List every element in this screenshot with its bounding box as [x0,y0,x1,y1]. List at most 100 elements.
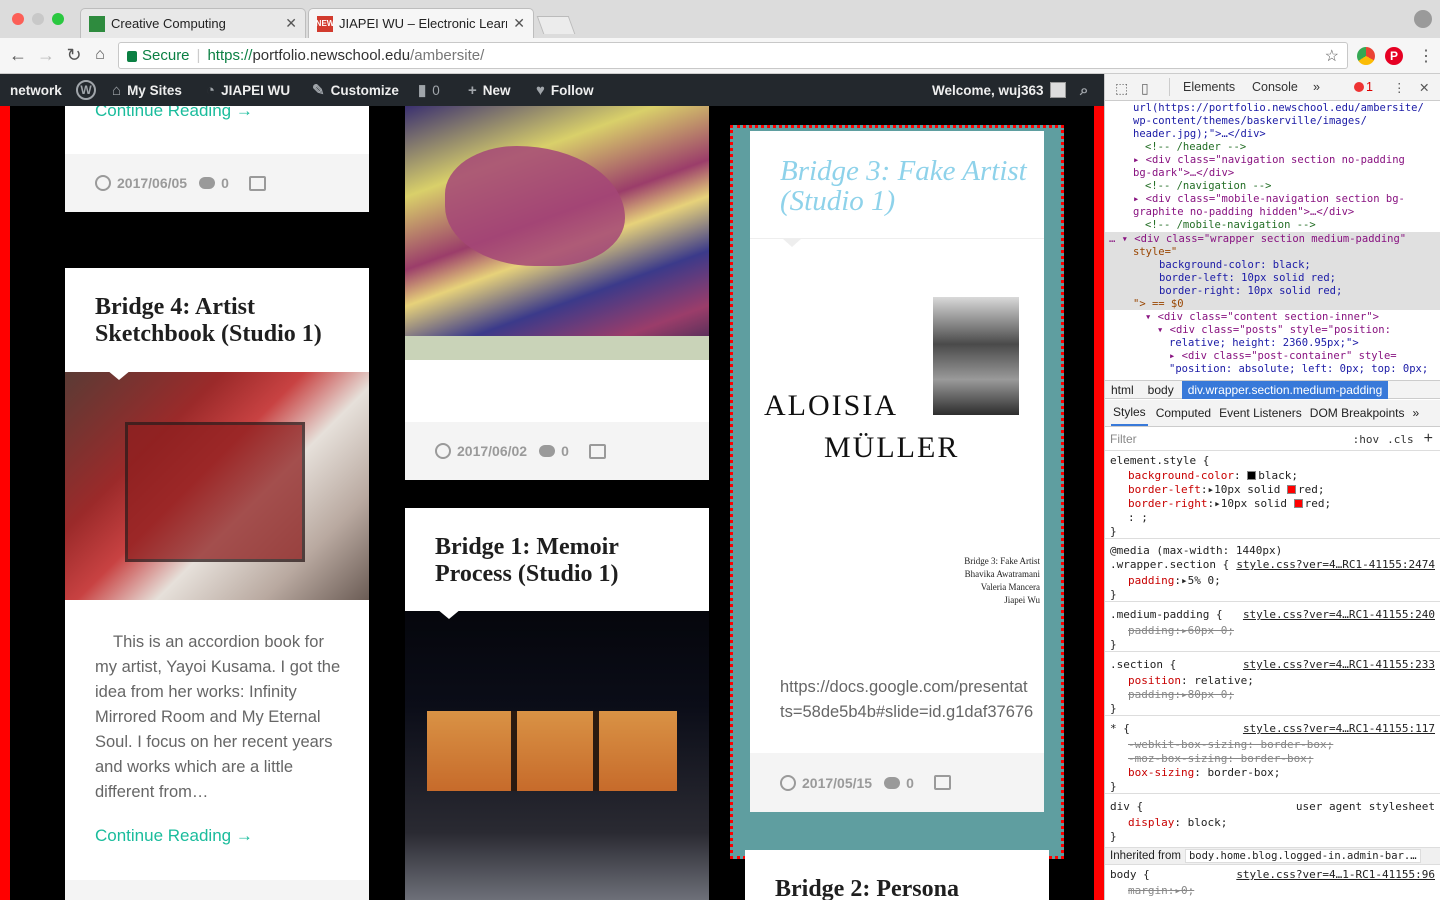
dom-line[interactable]: ▸ <div class="navigation section no-padd… [1105,154,1440,167]
bookmark-star-icon[interactable]: ☆ [1325,46,1339,66]
dom-line[interactable]: url(https://portfolio.newschool.edu/ambe… [1105,102,1440,115]
add-rule-icon[interactable]: + [1424,430,1433,448]
edit-icon[interactable] [248,175,266,191]
device-toolbar-icon[interactable]: ▯ [1141,80,1149,97]
source-link[interactable]: style.css?ver=4…RC1-41155:240 [1243,608,1435,622]
continue-reading-link[interactable]: Continue Reading → [95,106,253,121]
dom-line[interactable]: ▾ <div class="content section-inner"> [1105,311,1440,324]
dom-line[interactable]: ▾ <div class="posts" style="position: [1105,324,1440,337]
edit-icon[interactable] [933,775,951,790]
dom-line[interactable]: relative; height: 2360.95px;"> [1105,337,1440,350]
dom-line[interactable]: graphite no-padding hidden">…</div> [1105,206,1440,219]
source-link[interactable]: style.css?ver=4…1-RC1-41155:96 [1236,868,1435,882]
dom-line[interactable]: ▸ <div class="post-container" style= [1105,350,1440,363]
dom-line[interactable]: border-right: 10px solid red; [1105,285,1440,298]
browser-tab-jiapei-wu[interactable]: NEW JIAPEI WU – Electronic Learning ✕ [308,8,534,38]
post-title[interactable]: Bridge 4: Artist Sketchbook (Studio 1) [95,294,355,348]
post-image-poster[interactable]: ALOISIA MÜLLER Bridge 3: Fake Artist Bha… [750,271,1044,621]
source-link[interactable]: style.css?ver=4…RC1-41155:2474 [1236,558,1435,572]
chrome-extension-icon[interactable] [1357,47,1375,65]
cls-toggle[interactable]: .cls [1387,433,1414,446]
source-link[interactable]: style.css?ver=4…RC1-41155:233 [1243,658,1435,672]
error-count-badge[interactable]: 1 [1354,80,1373,94]
account-menu[interactable]: Welcome, wuj363 [932,74,1066,106]
dom-line[interactable]: ▸ <div class="mobile-navigation section … [1105,193,1440,206]
rule-property-overridden[interactable]: padding:▸60px 0; [1105,624,1440,638]
tab-elements[interactable]: Elements [1183,80,1235,94]
inherited-node-link[interactable]: body.home.blog.logged-in.admin-bar.… [1184,849,1421,863]
close-window-button[interactable] [12,13,24,25]
inspect-element-icon[interactable]: ⬚ [1115,80,1128,97]
close-devtools-icon[interactable]: ✕ [1419,80,1429,95]
reload-icon[interactable]: ↻ [62,43,86,67]
post-image-window-light[interactable] [405,609,709,900]
breadcrumb-body[interactable]: body [1142,381,1180,399]
rule-property-overridden[interactable]: -moz-box-sizing: border-box; [1105,752,1440,766]
color-swatch[interactable] [1286,485,1296,494]
search-icon[interactable]: ⌕ [1080,74,1088,106]
tab-console[interactable]: Console [1252,80,1298,94]
network-menu[interactable]: network [10,74,62,106]
minimize-window-button[interactable] [32,13,44,25]
breadcrumb-selected[interactable]: div.wrapper.section.medium-padding [1181,380,1389,399]
rule-selector[interactable]: .section {style.css?ver=4…RC1-41155:233 [1105,658,1440,672]
dom-line[interactable]: <!-- /navigation --> [1105,180,1440,193]
secure-indicator[interactable]: Secure [127,47,190,64]
new-tab-button[interactable] [536,16,576,34]
browser-tab-creative-computing[interactable]: Creative Computing ✕ [80,8,306,38]
tab-computed[interactable]: Computed [1156,406,1211,420]
home-icon[interactable]: ⌂ [88,43,112,67]
dom-line[interactable]: "> == $0 [1105,298,1440,311]
post-image-accordion-book[interactable] [65,370,369,600]
rule-property-overridden[interactable]: -webkit-box-sizing: border-box; [1105,738,1440,752]
close-tab-icon[interactable]: ✕ [513,15,525,32]
color-swatch[interactable] [1247,471,1257,480]
rule-property[interactable]: background-color: black; [1105,469,1440,483]
customize-link[interactable]: ✎ Customize [312,74,399,106]
dom-line[interactable]: bg-dark">…</div> [1105,167,1440,180]
rule-selector[interactable]: .medium-padding {style.css?ver=4…RC1-411… [1105,608,1440,622]
source-link[interactable]: style.css?ver=4…RC1-41155:117 [1243,722,1435,736]
dom-line[interactable]: wp-content/themes/baskerville/images/ [1105,115,1440,128]
devtools-menu-icon[interactable]: ⋮ [1393,80,1406,95]
comments-link[interactable]: ▮ 0 [418,74,440,106]
post-title[interactable]: Bridge 2: Persona [775,876,1045,900]
filter-input[interactable]: Filter [1110,432,1353,446]
rule-property-overridden[interactable]: padding:▸80px 0; [1105,688,1440,702]
dom-line[interactable]: style=" [1105,246,1440,259]
tab-dom-breakpoints[interactable]: DOM Breakpoints [1310,406,1405,420]
new-content-menu[interactable]: + New [468,74,511,106]
profile-icon[interactable] [1414,10,1432,28]
zoom-window-button[interactable] [52,13,64,25]
more-style-tabs-button[interactable]: » [1412,406,1419,420]
rule-property-overridden[interactable]: margin:▸0; [1105,884,1440,898]
pinterest-icon[interactable]: P [1385,47,1403,65]
dom-line[interactable]: "position: absolute; left: 0px; top: 0px… [1105,363,1440,376]
my-sites-menu[interactable]: ⌂ My Sites [112,74,182,106]
dom-line[interactable]: header.jpg);">…</div> [1105,128,1440,141]
dom-line[interactable]: <!-- /mobile-navigation --> [1105,219,1440,232]
post-title[interactable]: Bridge 1: Memoir Process (Studio 1) [435,534,695,588]
breadcrumb-html[interactable]: html [1105,381,1140,399]
rule-property[interactable]: position: relative; [1105,674,1440,688]
rule-property[interactable]: border-right:▸10px solid red; [1105,497,1440,511]
post-excerpt-link[interactable]: https://docs.google.com/presentat ts=58d… [780,675,1044,725]
tab-event-listeners[interactable]: Event Listeners [1219,406,1302,420]
color-swatch[interactable] [1293,499,1303,508]
dom-line[interactable]: background-color: black; [1105,259,1440,272]
forward-icon[interactable]: → [34,43,58,67]
address-bar[interactable]: Secure | https://portfolio.newschool.edu… [118,42,1348,69]
rule-selector[interactable]: body {style.css?ver=4…1-RC1-41155:96 [1105,868,1440,882]
continue-reading-link[interactable]: Continue Reading → [95,826,253,846]
rule-property[interactable]: box-sizing: border-box; [1105,766,1440,780]
rule-selector[interactable]: * {style.css?ver=4…RC1-41155:117 [1105,722,1440,736]
dom-line[interactable]: border-left: 10px solid red; [1105,272,1440,285]
rule-property[interactable]: border-left:▸10px solid red; [1105,483,1440,497]
close-tab-icon[interactable]: ✕ [285,15,297,32]
back-icon[interactable]: ← [6,43,30,67]
follow-button[interactable]: ♥ Follow [536,74,594,106]
more-tabs-button[interactable]: » [1313,80,1320,94]
post-image-abstract[interactable] [405,106,709,360]
dom-line[interactable]: <!-- /header --> [1105,141,1440,154]
tab-styles[interactable]: Styles [1111,400,1148,426]
